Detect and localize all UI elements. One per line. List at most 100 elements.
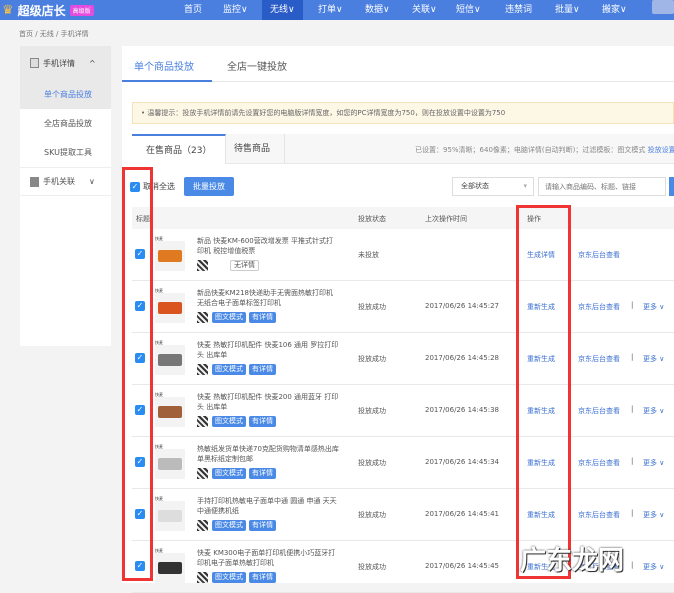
jd-view-link[interactable]: 京东后台查看: [578, 458, 620, 468]
tag-badge: 图文模式: [212, 364, 246, 375]
sidebar-item-store[interactable]: 全店商品投放: [20, 109, 111, 138]
sidebar-item-single[interactable]: 单个商品投放: [20, 80, 111, 109]
product-title[interactable]: 新品 快麦KM-600营改增发票 平推式针式打印机 税控增值税票: [197, 236, 339, 256]
more-dropdown[interactable]: 更多 ∨: [643, 562, 664, 572]
deploy-status: 投放成功: [358, 407, 386, 415]
tab-store[interactable]: 全店一键投放: [227, 58, 287, 73]
tag-badge: 有详情: [249, 572, 276, 583]
crown-icon: ♛: [2, 2, 14, 18]
status-select[interactable]: 全部状态 ▾: [452, 177, 534, 196]
deploy-status: 投放成功: [358, 303, 386, 311]
more-dropdown[interactable]: 更多 ∨: [643, 302, 664, 312]
nav-item[interactable]: 数据∨: [357, 0, 398, 20]
tag-badge: 有详情: [249, 312, 276, 323]
nav-item[interactable]: 批量∨: [547, 0, 588, 20]
jd-view-link[interactable]: 京东后台查看: [578, 510, 620, 520]
link-icon: [30, 176, 39, 187]
table-header: 标题 投放状态 上次操作时间 操作: [132, 207, 674, 229]
nav-item[interactable]: 违禁词: [497, 0, 540, 20]
jd-view-link[interactable]: 京东后台查看: [578, 406, 620, 416]
caret-down-icon: ▾: [523, 182, 527, 190]
divider: |: [631, 457, 634, 465]
batch-deploy-button[interactable]: 批量投放: [184, 177, 234, 196]
last-op-time: 2017/06/26 14:45:38: [425, 406, 500, 414]
tag-badge: 有详情: [249, 416, 276, 427]
product-image[interactable]: [155, 241, 185, 271]
divider: |: [631, 405, 634, 413]
nav-item[interactable]: 监控∨: [215, 0, 256, 20]
product-image[interactable]: [155, 553, 185, 583]
qr-code-icon[interactable]: [197, 364, 208, 375]
group-label: 手机详情: [43, 58, 75, 68]
product-title[interactable]: 快麦 热敏打印机配件 快麦106 通用 罗拉打印头 出库单: [197, 340, 339, 360]
product-title[interactable]: 快麦 热敏打印机配件 快麦200 通用蓝牙 打印头 出库单: [197, 392, 339, 412]
nav-item[interactable]: 打单∨: [310, 0, 351, 20]
search-input[interactable]: [538, 177, 666, 196]
divider: |: [631, 509, 634, 517]
col-time: 上次操作时间: [425, 215, 467, 223]
tag-badge: 图文模式: [212, 312, 246, 323]
jd-view-link[interactable]: 京东后台查看: [578, 250, 620, 260]
product-title[interactable]: 热敏纸发货单快递70克配货购物清单感热出库单黑标纸定制包邮: [197, 444, 339, 464]
more-dropdown[interactable]: 更多 ∨: [643, 354, 664, 364]
tab-on-sale[interactable]: 在售商品（23）: [132, 134, 227, 164]
table-row: ✓ 快麦 快麦 热敏打印机配件 快麦106 通用 罗拉打印头 出库单 图文模式有…: [132, 333, 674, 385]
more-dropdown[interactable]: 更多 ∨: [643, 458, 664, 468]
jd-view-link[interactable]: 京东后台查看: [578, 354, 620, 364]
jd-view-link[interactable]: 京东后台查看: [578, 302, 620, 312]
version-badge: 高级版: [69, 4, 94, 16]
last-op-time: 2017/06/26 14:45:41: [425, 510, 500, 518]
avatar[interactable]: [652, 0, 674, 14]
qr-code-icon[interactable]: [197, 520, 208, 531]
divider: |: [631, 561, 634, 569]
group-label: 手机关联: [43, 177, 75, 186]
qr-code-icon[interactable]: [197, 260, 208, 271]
watermark: 广东龙网: [520, 546, 625, 576]
tag-badge: 图文模式: [212, 520, 246, 531]
phone-icon: [30, 58, 39, 68]
product-title[interactable]: 新品快麦KM218快递助手无需面热敏打印机无纸合电子面单标签打印机: [197, 288, 339, 308]
tag-badge: 有详情: [249, 468, 276, 479]
logo[interactable]: ♛ 超级店长 高级版: [2, 0, 94, 20]
product-image[interactable]: [155, 449, 185, 479]
qr-code-icon[interactable]: [197, 416, 208, 427]
sidebar-group-mobile-detail[interactable]: 手机详情 ^: [20, 46, 111, 80]
tab-pending[interactable]: 待售商品: [220, 134, 286, 164]
nav-item[interactable]: 关联∨: [404, 0, 445, 20]
divider: |: [631, 301, 634, 309]
nav-item[interactable]: 首页: [176, 0, 210, 20]
nav-item[interactable]: 搬家∨: [594, 0, 635, 20]
tag-badge: 有详情: [249, 520, 276, 531]
product-title[interactable]: 快麦 KM300电子面单打印机便携小巧蓝牙打印机电子面单热敏打印机: [197, 548, 339, 568]
breadcrumb: 首页 / 无线 / 手机详情: [19, 30, 89, 38]
tag-badge: 有详情: [249, 364, 276, 375]
main-panel: 单个商品投放 全店一键投放 • 温馨提示：投放手机详情前请先设置好您的电脑版详情…: [122, 46, 674, 593]
sidebar-group-mobile-link[interactable]: 手机关联 ∨: [20, 167, 111, 196]
product-title[interactable]: 手持打印机热敏电子面单中通 圆通 申通 天天 中通便携机纸: [197, 496, 339, 516]
logo-text: 超级店长: [17, 3, 66, 18]
more-dropdown[interactable]: 更多 ∨: [643, 406, 664, 416]
qr-code-icon[interactable]: [197, 572, 208, 583]
deploy-status: 未投放: [358, 251, 379, 259]
settings-info: 已设置：95%清晰；640像素；电脑详情(自动判断)；过滤模板：图文模式 投放设…: [415, 145, 674, 155]
table-row: ✓ 快麦 手持打印机热敏电子面单中通 圆通 申通 天天 中通便携机纸 图文模式有…: [132, 489, 674, 541]
nav-item[interactable]: 短信∨: [448, 0, 489, 20]
qr-code-icon[interactable]: [197, 312, 208, 323]
product-image[interactable]: [155, 501, 185, 531]
nav-item[interactable]: 无线∨: [262, 0, 303, 20]
last-op-time: 2017/06/26 14:45:27: [425, 302, 500, 310]
settings-link[interactable]: 投放设置: [648, 146, 674, 154]
tab-single[interactable]: 单个商品投放: [134, 58, 194, 73]
product-image[interactable]: [155, 293, 185, 323]
product-image[interactable]: [155, 397, 185, 427]
product-image[interactable]: [155, 345, 185, 375]
chevron-up-icon: ^: [89, 58, 96, 68]
search-button[interactable]: [669, 177, 674, 196]
more-dropdown[interactable]: 更多 ∨: [643, 510, 664, 520]
col-status: 投放状态: [358, 215, 386, 223]
divider: |: [631, 353, 634, 361]
last-op-time: 2017/06/26 14:45:28: [425, 354, 500, 362]
sidebar-item-sku[interactable]: SKU提取工具: [20, 138, 111, 167]
qr-code-icon[interactable]: [197, 468, 208, 479]
tag-badge: 图文模式: [212, 468, 246, 479]
